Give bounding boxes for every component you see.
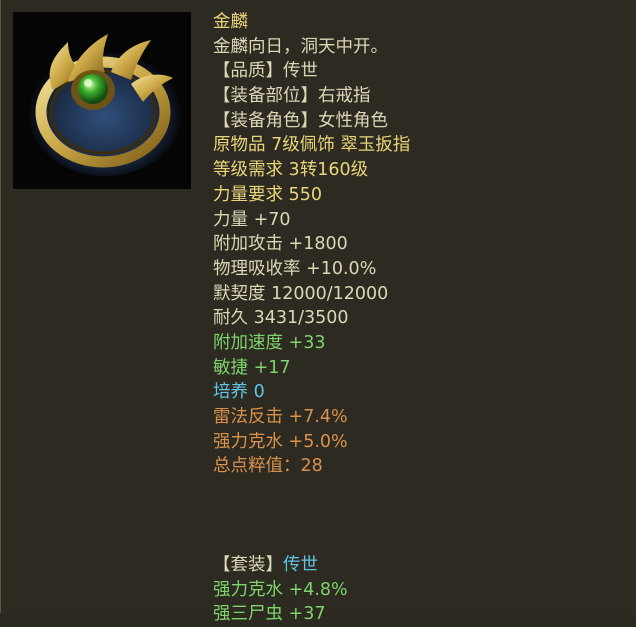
- stat-attack: 附加攻击 +1800: [213, 234, 348, 255]
- set-header: 【套装】传世: [213, 553, 410, 578]
- item-tooltip: 金麟 金麟向日，洞天中开。 【品质】传世 【装备部位】右戒指 【装备角色】女性角…: [0, 0, 636, 624]
- item-name: 金麟: [213, 12, 248, 32]
- set-bonus-2: 强三尸虫 +37: [213, 604, 326, 625]
- stat-speed: 附加速度 +33: [213, 332, 326, 353]
- stat-affinity: 默契度 12000/12000: [213, 283, 389, 304]
- jade-ring-icon: [27, 34, 183, 176]
- set-name: 传世: [283, 555, 318, 576]
- equip-slot-line: 【装备部位】右戒指: [213, 86, 371, 107]
- stat-total-points: 总点粹值：28: [213, 456, 323, 477]
- quality-line: 【品质】传世: [213, 61, 318, 82]
- item-flavor-text: 金麟向日，洞天中开。: [213, 36, 388, 57]
- attribute-list: 金麟 金麟向日，洞天中开。 【品质】传世 【装备部位】右戒指 【装备角色】女性角…: [213, 10, 410, 627]
- stat-water-resist: 强力克水 +5.0%: [213, 431, 348, 452]
- stat-agility: 敏捷 +17: [213, 357, 291, 378]
- original-item-line: 原物品 7级佩饰 翠玉扳指: [213, 135, 411, 156]
- stat-durability: 耐久 3431/3500: [213, 308, 349, 329]
- stat-strength: 力量 +70: [213, 209, 291, 230]
- stat-cultivation: 培养 0: [213, 382, 265, 403]
- level-requirement-line: 等级需求 3转160级: [213, 160, 369, 181]
- set-bonus-1: 强力克水 +4.8%: [213, 579, 348, 600]
- strength-requirement-line: 力量要求 550: [213, 184, 322, 205]
- stat-physical-absorb: 物理吸收率 +10.0%: [213, 258, 377, 279]
- equip-role-line: 【装备角色】女性角色: [213, 110, 388, 131]
- item-icon-frame: [13, 12, 191, 189]
- set-label: 【套装】: [213, 555, 283, 576]
- stat-thunder-counter: 雷法反击 +7.4%: [213, 407, 348, 427]
